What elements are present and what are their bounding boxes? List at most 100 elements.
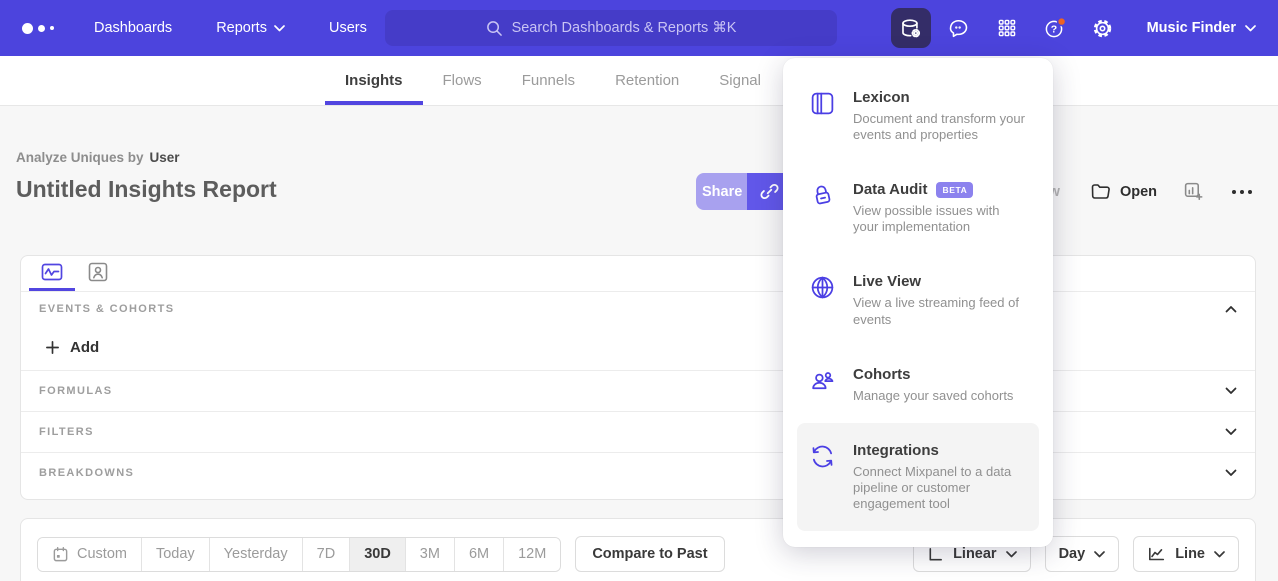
chevron-down-icon xyxy=(1225,387,1237,395)
notification-dot xyxy=(1057,18,1065,26)
settings-button[interactable] xyxy=(1083,8,1123,48)
menu-item-text: Live View View a live streaming feed of … xyxy=(853,273,1025,327)
menu-item-title: Lexicon xyxy=(853,89,910,106)
nav-reports-label: Reports xyxy=(216,20,267,36)
topbar-actions: ? Music Finder xyxy=(891,0,1256,56)
chart-controls-bar: Custom Today Yesterday 7D 30D 3M 6M 12M … xyxy=(20,518,1256,581)
integrations-sync-icon xyxy=(809,443,837,470)
range-custom[interactable]: Custom xyxy=(38,538,141,571)
tab-insights[interactable]: Insights xyxy=(325,56,423,105)
section-filters[interactable]: FILTERS xyxy=(21,411,1255,452)
globe-icon xyxy=(809,274,837,301)
help-button[interactable]: ? xyxy=(1035,8,1075,48)
menu-item-description: Manage your saved cohorts xyxy=(853,388,1013,404)
range-30d[interactable]: 30D xyxy=(349,538,405,571)
plus-icon xyxy=(45,340,60,355)
section-formulas[interactable]: FORMULAS xyxy=(21,370,1255,411)
apps-grid-icon xyxy=(997,18,1017,38)
lexicon-book-icon xyxy=(809,90,837,117)
section-label: FORMULAS xyxy=(39,385,113,397)
app-window: Dashboards Reports Users Search Dashboar… xyxy=(0,0,1278,581)
users-view-tab[interactable] xyxy=(75,256,121,291)
section-events-cohorts[interactable]: EVENTS & COHORTS xyxy=(21,292,1255,325)
menu-item-description: View a live streaming feed of events xyxy=(853,295,1025,327)
chart-type-select[interactable]: Line xyxy=(1133,536,1239,572)
add-label: Add xyxy=(70,339,99,356)
tab-retention[interactable]: Retention xyxy=(595,56,699,105)
compare-to-past-button[interactable]: Compare to Past xyxy=(575,536,724,572)
person-card-icon xyxy=(88,262,108,282)
range-6m[interactable]: 6M xyxy=(454,538,503,571)
menu-item-integrations[interactable]: Integrations Connect Mixpanel to a data … xyxy=(797,423,1039,531)
subtitle-prefix: Analyze Uniques by xyxy=(16,150,144,165)
add-to-dashboard-button[interactable] xyxy=(1183,181,1204,202)
nav-users[interactable]: Users xyxy=(329,20,367,36)
menu-item-cohorts[interactable]: Cohorts Manage your saved cohorts xyxy=(797,347,1039,423)
pulse-chart-icon xyxy=(41,262,63,282)
nav-dashboards[interactable]: Dashboards xyxy=(94,20,172,36)
chevron-up-icon xyxy=(1225,305,1237,313)
range-today[interactable]: Today xyxy=(141,538,209,571)
range-7d[interactable]: 7D xyxy=(302,538,350,571)
data-management-menu: Lexicon Document and transform your even… xyxy=(783,58,1053,547)
nav-reports[interactable]: Reports xyxy=(216,20,285,36)
tab-flows[interactable]: Flows xyxy=(423,56,502,105)
page-title[interactable]: Untitled Insights Report xyxy=(16,176,277,203)
share-button[interactable]: Share xyxy=(696,173,747,210)
more-options-button[interactable] xyxy=(1230,188,1254,196)
chevron-down-icon xyxy=(1006,551,1017,558)
messages-button[interactable] xyxy=(939,8,979,48)
tab-funnels[interactable]: Funnels xyxy=(502,56,595,105)
chart-type-label: Line xyxy=(1175,546,1205,562)
add-event-button[interactable]: Add xyxy=(35,333,109,362)
events-add-row: Add xyxy=(21,325,1255,370)
link-icon xyxy=(760,182,779,201)
chevron-down-icon xyxy=(274,25,285,32)
beta-badge: BETA xyxy=(936,182,973,198)
section-label: FILTERS xyxy=(39,426,94,438)
nav-users-label: Users xyxy=(329,20,367,36)
help-icon: ? xyxy=(1043,16,1067,40)
top-nav-bar: Dashboards Reports Users Search Dashboar… xyxy=(0,0,1278,56)
data-management-button[interactable] xyxy=(891,8,931,48)
scale-label: Linear xyxy=(953,546,997,562)
range-12m[interactable]: 12M xyxy=(503,538,560,571)
events-view-tab[interactable] xyxy=(29,256,75,291)
menu-item-title: Data Audit xyxy=(853,181,927,198)
menu-item-text: Lexicon Document and transform your even… xyxy=(853,89,1025,143)
chevron-down-icon xyxy=(1214,551,1225,558)
cohorts-people-icon xyxy=(809,367,837,394)
menu-item-title: Integrations xyxy=(853,442,939,459)
menu-item-live-view[interactable]: Live View View a live streaming feed of … xyxy=(797,254,1039,346)
range-3m[interactable]: 3M xyxy=(405,538,454,571)
section-label: EVENTS & COHORTS xyxy=(39,303,174,315)
menu-item-text: Cohorts Manage your saved cohorts xyxy=(853,366,1013,404)
primary-nav: Dashboards Reports Users xyxy=(94,20,367,36)
line-chart-icon xyxy=(1147,545,1166,563)
analysis-entity[interactable]: User xyxy=(150,150,180,165)
search-input[interactable]: Search Dashboards & Reports ⌘K xyxy=(385,10,837,46)
nav-dashboards-label: Dashboards xyxy=(94,20,172,36)
menu-item-text: Data Audit BETA View possible issues wit… xyxy=(853,181,1025,235)
report-subtitle: Analyze Uniques by User xyxy=(16,150,180,165)
more-dots-icon xyxy=(1230,188,1254,196)
search-placeholder: Search Dashboards & Reports ⌘K xyxy=(512,20,737,36)
menu-item-description: Connect Mixpanel to a data pipeline or c… xyxy=(853,464,1025,512)
search-icon xyxy=(486,20,503,37)
open-report-button[interactable]: Open xyxy=(1090,182,1157,201)
apps-grid-button[interactable] xyxy=(987,8,1027,48)
chevron-down-icon xyxy=(1094,551,1105,558)
axis-icon xyxy=(927,546,944,563)
project-name: Music Finder xyxy=(1147,20,1236,36)
mixpanel-logo-icon[interactable] xyxy=(22,23,54,34)
menu-item-lexicon[interactable]: Lexicon Document and transform your even… xyxy=(797,70,1039,162)
tab-signal[interactable]: Signal xyxy=(699,56,781,105)
chart-add-icon xyxy=(1183,181,1204,202)
range-yesterday[interactable]: Yesterday xyxy=(209,538,302,571)
section-breakdowns[interactable]: BREAKDOWNS xyxy=(21,452,1255,493)
project-switcher[interactable]: Music Finder xyxy=(1147,20,1256,36)
interval-select[interactable]: Day xyxy=(1045,536,1120,572)
menu-item-description: View possible issues with your implement… xyxy=(853,203,1025,235)
menu-item-data-audit[interactable]: Data Audit BETA View possible issues wit… xyxy=(797,162,1039,254)
lock-icon xyxy=(809,182,837,209)
